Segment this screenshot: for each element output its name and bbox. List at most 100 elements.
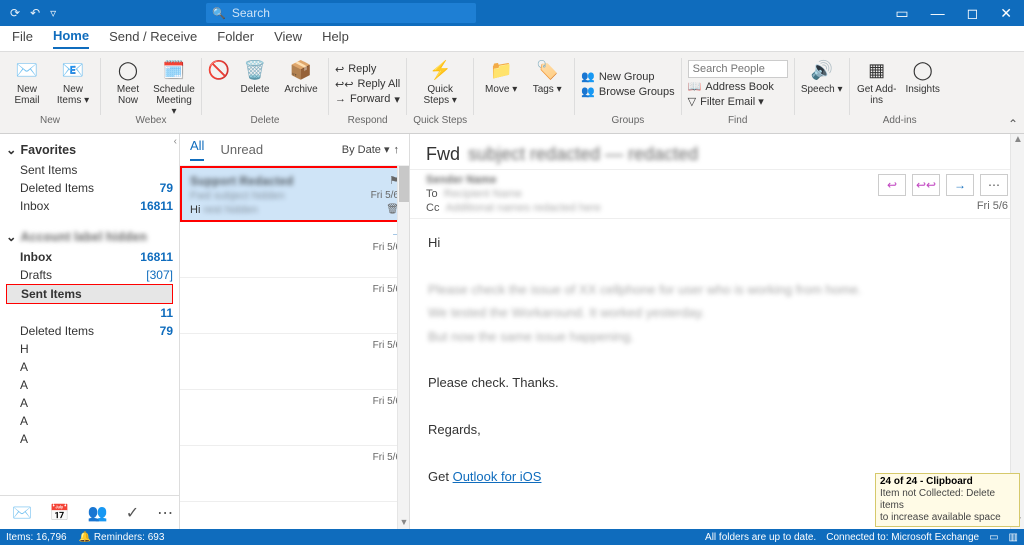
forward-button[interactable]: →Forward ▾ bbox=[335, 93, 400, 106]
nav-folder-a1[interactable]: A bbox=[6, 358, 173, 376]
sort-by-date[interactable]: By Date ▾↑ bbox=[342, 143, 399, 156]
calendar-icon[interactable]: 📅 bbox=[50, 503, 70, 523]
addins-icon: ▦ bbox=[865, 58, 889, 82]
outlook-ios-link[interactable]: Outlook for iOS bbox=[453, 469, 542, 484]
message-row[interactable]: Fri 5/6 bbox=[180, 390, 409, 446]
nav-folder-a3[interactable]: A bbox=[6, 394, 173, 412]
reply-button[interactable]: ↩ bbox=[878, 174, 906, 196]
speech-button[interactable]: 🔊Speech ▾ bbox=[801, 54, 843, 95]
trash-icon: 🗑️ bbox=[243, 58, 267, 82]
message-preview: Hi rest hidden bbox=[190, 204, 330, 216]
undo-icon[interactable]: ↶ bbox=[30, 6, 40, 20]
body-line: But now the same issue happening. bbox=[428, 325, 1006, 348]
meet-now-button[interactable]: ◯Meet Now bbox=[107, 54, 149, 106]
close-icon[interactable]: ✕ bbox=[1000, 5, 1012, 22]
new-items-button[interactable]: 📧New Items ▾ bbox=[52, 54, 94, 106]
group-label-groups: Groups bbox=[581, 114, 675, 128]
reply-all-button[interactable]: ↩↩ bbox=[912, 174, 940, 196]
global-search[interactable]: 🔍 Search bbox=[206, 3, 476, 23]
mail-icon[interactable]: ✉️ bbox=[12, 503, 32, 523]
nav-fav-inbox[interactable]: Inbox16811 bbox=[6, 197, 173, 215]
tasks-icon[interactable]: ✓ bbox=[126, 503, 139, 523]
collapse-nav-icon[interactable]: ‹ bbox=[174, 136, 177, 147]
sync-icon[interactable]: ⟳ bbox=[10, 6, 20, 20]
menu-view[interactable]: View bbox=[274, 29, 302, 48]
title-bar: ⟳ ↶ ▿ 🔍 Search ▭ — ◻ ✕ bbox=[0, 0, 1024, 26]
more-actions-button[interactable]: ⋯ bbox=[980, 174, 1008, 196]
status-items: Items: 16,796 bbox=[6, 532, 67, 543]
message-list-scrollbar[interactable]: ▲▼ bbox=[397, 166, 409, 529]
nav-unnamed-count[interactable]: 11 bbox=[6, 304, 173, 322]
ignore-button[interactable]: 🚫 bbox=[208, 54, 230, 82]
more-icon: ▾ bbox=[394, 93, 400, 106]
speech-icon: 🔊 bbox=[810, 58, 834, 82]
menu-sendreceive[interactable]: Send / Receive bbox=[109, 29, 197, 48]
message-row[interactable]: Fri 5/6 bbox=[180, 334, 409, 390]
more-icon[interactable]: ⋯ bbox=[157, 503, 173, 523]
archive-button[interactable]: 📦Archive bbox=[280, 54, 322, 95]
nav-folder-a4[interactable]: A bbox=[6, 412, 173, 430]
delete-button[interactable]: 🗑️Delete bbox=[234, 54, 276, 95]
people-icon[interactable]: 👥 bbox=[88, 503, 108, 523]
nav-inbox[interactable]: Inbox16811 bbox=[6, 248, 173, 266]
nav-folder-a2[interactable]: A bbox=[6, 376, 173, 394]
nav-sent-items[interactable]: Sent Items bbox=[6, 284, 173, 304]
chevron-down-icon: ⌄ bbox=[6, 142, 16, 157]
filter-email-button[interactable]: ▽Filter Email ▾ bbox=[688, 95, 788, 108]
message-row[interactable]: Fri 5/6 bbox=[180, 278, 409, 334]
status-bar: Items: 16,796 🔔 Reminders: 693 All folde… bbox=[0, 529, 1024, 545]
group-label-speech bbox=[801, 114, 843, 128]
ellipsis-icon: ⋯ bbox=[988, 178, 1000, 192]
view-reading-icon[interactable]: ▥ bbox=[1009, 532, 1018, 543]
insights-button[interactable]: ◯Insights bbox=[902, 54, 944, 95]
tooltip-line: to increase available space bbox=[880, 512, 1001, 523]
get-addins-button[interactable]: ▦Get Add-ins bbox=[856, 54, 898, 106]
menu-home[interactable]: Home bbox=[53, 28, 89, 49]
browse-groups-button[interactable]: 👥Browse Groups bbox=[581, 85, 675, 98]
nav-deleted[interactable]: Deleted Items79 bbox=[6, 322, 173, 340]
main-area: ‹ ⌄Favorites Sent Items Deleted Items79 … bbox=[0, 134, 1024, 529]
forward-button[interactable]: → bbox=[946, 174, 974, 196]
body-line: Please check. Thanks. bbox=[428, 371, 1006, 394]
tab-all[interactable]: All bbox=[190, 138, 204, 161]
scroll-thumb[interactable] bbox=[399, 166, 409, 202]
nav-drafts[interactable]: Drafts[307] bbox=[6, 266, 173, 284]
nav-folder-a5[interactable]: A bbox=[6, 430, 173, 448]
menu-file[interactable]: File bbox=[12, 29, 33, 48]
reply-icon: ↩ bbox=[335, 63, 344, 76]
nav-fav-sent[interactable]: Sent Items bbox=[6, 161, 173, 179]
scroll-down-icon[interactable]: ▼ bbox=[398, 517, 409, 529]
maximize-icon[interactable]: ◻ bbox=[967, 5, 979, 22]
nav-footer: ✉️ 📅 👥 ✓ ⋯ bbox=[0, 495, 179, 529]
window-icon[interactable]: ▭ bbox=[895, 5, 908, 22]
move-button[interactable]: 📁Move ▾ bbox=[480, 54, 522, 95]
view-normal-icon[interactable]: ▭ bbox=[989, 532, 998, 543]
tooltip-title: 24 of 24 - Clipboard bbox=[880, 476, 973, 487]
scroll-up-icon[interactable]: ▲ bbox=[1011, 134, 1024, 148]
collapse-ribbon-icon[interactable]: ⌃ bbox=[1008, 117, 1018, 131]
message-row[interactable]: Fri 5/6 bbox=[180, 446, 409, 502]
schedule-meeting-button[interactable]: 🗓️Schedule Meeting ▾ bbox=[153, 54, 195, 117]
reading-scrollbar[interactable]: ▲▼ bbox=[1010, 134, 1024, 529]
reply-all-button[interactable]: ↩↩Reply All bbox=[335, 78, 400, 91]
nav-folder-h[interactable]: H bbox=[6, 340, 173, 358]
menu-help[interactable]: Help bbox=[322, 29, 349, 48]
reply-button[interactable]: ↩Reply bbox=[335, 63, 400, 76]
message-row-selected[interactable]: Support Redacted Fwd subject hidden Hi r… bbox=[180, 166, 409, 222]
folder-pane: ‹ ⌄Favorites Sent Items Deleted Items79 … bbox=[0, 134, 180, 529]
account-header[interactable]: ⌄Account label hidden bbox=[6, 229, 173, 244]
tags-button[interactable]: 🏷️Tags ▾ bbox=[526, 54, 568, 95]
new-group-button[interactable]: 👥New Group bbox=[581, 70, 675, 83]
nav-fav-deleted[interactable]: Deleted Items79 bbox=[6, 179, 173, 197]
address-book-button[interactable]: 📖Address Book bbox=[688, 80, 788, 93]
tab-unread[interactable]: Unread bbox=[220, 142, 263, 157]
quick-steps-button[interactable]: ⚡Quick Steps ▾ bbox=[419, 54, 461, 106]
minimize-icon[interactable]: — bbox=[931, 5, 945, 22]
favorites-header[interactable]: ⌄Favorites bbox=[6, 142, 173, 157]
search-people-input[interactable] bbox=[688, 60, 788, 78]
message-row[interactable]: →Fri 5/6 bbox=[180, 222, 409, 278]
chevron-down-icon: ⌄ bbox=[6, 229, 16, 244]
menu-folder[interactable]: Folder bbox=[217, 29, 254, 48]
qat-dropdown-icon[interactable]: ▿ bbox=[50, 6, 56, 20]
new-email-button[interactable]: ✉️New Email bbox=[6, 54, 48, 106]
